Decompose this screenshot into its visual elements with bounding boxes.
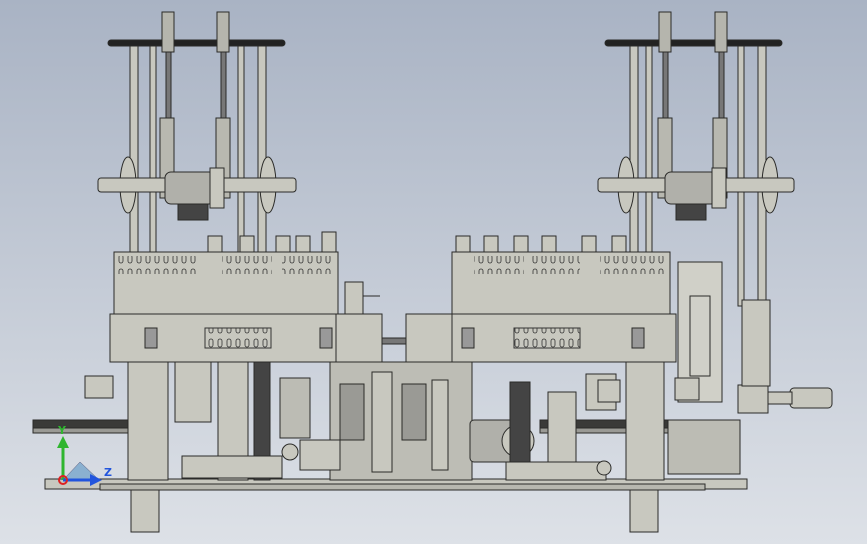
gear-stack-left[interactable] xyxy=(339,383,365,441)
triad-y-label: Y xyxy=(57,424,67,437)
base-leg-right[interactable] xyxy=(629,485,659,533)
center-box-left[interactable] xyxy=(335,313,383,363)
assembly-scene[interactable]: Y Z xyxy=(0,0,867,544)
actuator-cylinder-right[interactable] xyxy=(789,387,833,409)
roller-right[interactable] xyxy=(596,460,612,476)
actuator-block-right[interactable] xyxy=(737,384,769,414)
motor-left[interactable] xyxy=(164,171,216,205)
motor-right[interactable] xyxy=(664,171,718,205)
lower-module-left[interactable] xyxy=(181,455,283,479)
handle-bar-right[interactable] xyxy=(604,39,783,47)
handle-bar-left[interactable] xyxy=(107,39,286,47)
graphics-viewport[interactable]: Y Z xyxy=(0,0,867,544)
triad-z-label: Z xyxy=(104,466,112,479)
lower-module-right[interactable] xyxy=(505,461,607,481)
conveyor-rail-left[interactable] xyxy=(32,419,129,429)
roller-left[interactable] xyxy=(281,443,299,461)
base-plate-lower[interactable] xyxy=(99,483,706,491)
gear-stack-right[interactable] xyxy=(401,383,427,441)
base-leg-left[interactable] xyxy=(130,485,160,533)
